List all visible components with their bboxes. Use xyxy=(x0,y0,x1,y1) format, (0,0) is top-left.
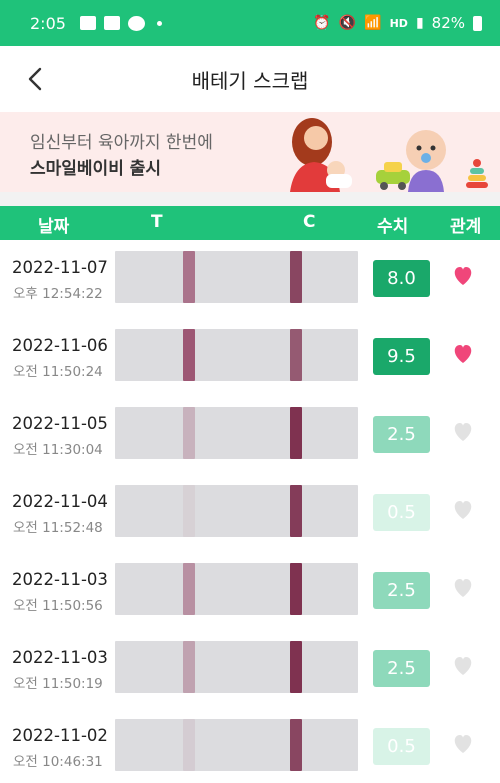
page-title: 배테기 스크랩 xyxy=(191,68,309,93)
list-item[interactable]: 2022-11-07 오후 12:54:22 8.0 xyxy=(0,240,500,318)
row-time: 오전 11:50:19 xyxy=(13,676,103,692)
control-line xyxy=(290,641,302,693)
test-strip-image[interactable] xyxy=(115,641,358,693)
list-item[interactable]: 2022-11-02 오전 10:46:31 0.5 xyxy=(0,708,500,783)
status-time: 2:05 xyxy=(30,13,66,33)
col-t-header: T xyxy=(151,212,163,232)
alarm-icon: ⏰ xyxy=(313,15,331,31)
heart-icon[interactable] xyxy=(452,500,474,520)
app-screen: 2:05 ⏰ 🔇 📶 HD ▮ 82% 배테기 스크랩 임신부터 육아까지 한번… xyxy=(0,0,500,783)
row-time: 오전 11:30:04 xyxy=(13,442,103,458)
row-time: 오전 11:50:24 xyxy=(13,364,103,380)
heart-icon[interactable] xyxy=(452,422,474,442)
control-line xyxy=(290,407,302,459)
test-line xyxy=(183,329,195,381)
section-gap xyxy=(0,192,500,206)
hd-voice-label: HD xyxy=(389,16,408,30)
test-line xyxy=(183,563,195,615)
value-badge: 0.5 xyxy=(373,728,430,765)
control-line xyxy=(290,485,302,537)
banner-line2: 스마일베이비 출시 xyxy=(30,159,162,179)
message-icon xyxy=(103,16,120,30)
list-item[interactable]: 2022-11-03 오전 11:50:19 2.5 xyxy=(0,630,500,708)
row-time: 오전 10:46:31 xyxy=(13,754,103,770)
heart-icon[interactable] xyxy=(452,266,474,286)
test-strip-image[interactable] xyxy=(115,329,358,381)
banner-illustration-icon xyxy=(290,118,488,192)
heart-icon[interactable] xyxy=(452,344,474,364)
notification-dot-icon xyxy=(156,20,162,26)
value-badge: 8.0 xyxy=(373,260,430,297)
test-strip-image[interactable] xyxy=(115,563,358,615)
row-date: 2022-11-05 xyxy=(12,414,108,433)
col-c-header: C xyxy=(303,212,316,232)
value-badge: 9.5 xyxy=(373,338,430,375)
wifi-icon: 📶 xyxy=(364,15,382,31)
value-badge: 0.5 xyxy=(373,494,430,531)
col-date-header: 날짜 xyxy=(38,217,70,237)
test-line xyxy=(183,641,195,693)
status-bar: 2:05 ⏰ 🔇 📶 HD ▮ 82% xyxy=(0,0,500,46)
talk-icon xyxy=(127,15,145,31)
list-item[interactable]: 2022-11-04 오전 11:52:48 0.5 xyxy=(0,474,500,552)
col-relation-header: 관계 xyxy=(450,217,482,237)
heart-icon[interactable] xyxy=(452,578,474,598)
test-strip-image[interactable] xyxy=(115,407,358,459)
col-value-header: 수치 xyxy=(377,217,409,237)
row-date: 2022-11-03 xyxy=(12,648,108,667)
gallery-icon xyxy=(79,16,96,30)
control-line xyxy=(290,563,302,615)
control-line xyxy=(290,329,302,381)
battery-icon xyxy=(473,15,482,31)
heart-icon[interactable] xyxy=(452,656,474,676)
test-strip-image[interactable] xyxy=(115,251,358,303)
banner-line1: 임신부터 육아까지 한번에 xyxy=(30,133,213,153)
heart-icon[interactable] xyxy=(452,734,474,754)
row-date: 2022-11-04 xyxy=(12,492,108,511)
battery-text: 82% xyxy=(431,14,465,32)
value-badge: 2.5 xyxy=(373,572,430,609)
test-strip-image[interactable] xyxy=(115,485,358,537)
signal-icon: ▮ xyxy=(415,15,424,31)
test-line xyxy=(183,719,195,771)
promo-banner[interactable]: 임신부터 육아까지 한번에 스마일베이비 출시 xyxy=(0,112,500,192)
back-arrow-icon[interactable] xyxy=(22,65,50,93)
value-badge: 2.5 xyxy=(373,650,430,687)
list-item[interactable]: 2022-11-06 오전 11:50:24 9.5 xyxy=(0,318,500,396)
row-date: 2022-11-07 xyxy=(12,258,108,277)
row-time: 오후 12:54:22 xyxy=(13,286,103,302)
row-time: 오전 11:50:56 xyxy=(13,598,103,614)
test-strip-image[interactable] xyxy=(115,719,358,771)
test-line xyxy=(183,251,195,303)
mute-icon: 🔇 xyxy=(338,15,357,31)
scrap-list: 2022-11-07 오후 12:54:22 8.0 2022-11-06 오전 11:… xyxy=(0,240,500,783)
value-badge: 2.5 xyxy=(373,416,430,453)
app-header: 배테기 스크랩 xyxy=(0,46,500,112)
row-time: 오전 11:52:48 xyxy=(13,520,103,536)
control-line xyxy=(290,251,302,303)
list-item[interactable]: 2022-11-03 오전 11:50:56 2.5 xyxy=(0,552,500,630)
row-date: 2022-11-03 xyxy=(12,570,108,589)
row-date: 2022-11-02 xyxy=(12,726,108,745)
control-line xyxy=(290,719,302,771)
table-header: 날짜 T C 수치 관계 xyxy=(0,206,500,240)
test-line xyxy=(183,485,195,537)
test-line xyxy=(183,407,195,459)
row-date: 2022-11-06 xyxy=(12,336,108,355)
list-item[interactable]: 2022-11-05 오전 11:30:04 2.5 xyxy=(0,396,500,474)
